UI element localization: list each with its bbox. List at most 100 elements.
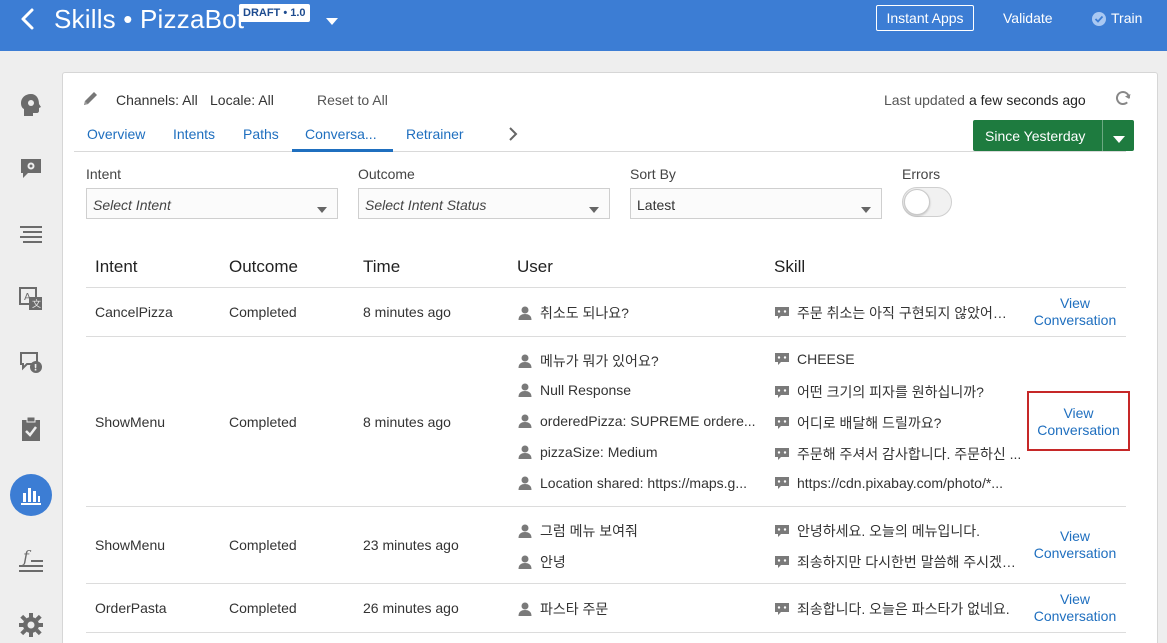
bot-message-icon — [774, 447, 790, 461]
chevron-right-icon[interactable] — [508, 126, 518, 147]
outcome-cell: Completed — [229, 304, 297, 320]
bot-message-icon — [774, 416, 790, 430]
bot-message-icon — [774, 602, 790, 616]
user-message-text: 취소도 되나요? — [540, 305, 629, 321]
user-icon — [517, 476, 533, 490]
skill-message-text: 주문 취소는 아직 구현되지 않았어요 ... — [797, 305, 1019, 321]
tasks-icon[interactable] — [10, 408, 52, 450]
outcome-cell: Completed — [229, 414, 297, 430]
user-message-text: orderedPizza: SUPREME ordere... — [540, 413, 756, 429]
caret-down-icon — [317, 201, 327, 217]
settings-icon[interactable] — [10, 604, 52, 643]
locale-value: All — [258, 92, 274, 108]
last-updated: Last updated a few seconds ago — [884, 92, 1086, 108]
intents-icon[interactable] — [10, 147, 52, 189]
instant-apps-button[interactable]: Instant Apps — [876, 5, 974, 31]
user-icon — [517, 524, 533, 538]
row-divider — [86, 506, 1126, 507]
user-message: 취소도 되나요? — [517, 303, 757, 323]
last-updated-value: a few seconds ago — [968, 92, 1086, 108]
skill-message: 죄송하지만 다시한번 말씀해 주시겠어... — [774, 552, 1022, 572]
conversation-label: Conversation — [1037, 422, 1120, 438]
view-conversation-link[interactable]: View Conversation — [1025, 528, 1125, 562]
tab-retrainer[interactable]: Retrainer — [406, 126, 464, 142]
entities-icon[interactable] — [10, 214, 52, 256]
refresh-icon[interactable] — [1114, 90, 1132, 113]
user-message-text: Location shared: https://maps.g... — [540, 475, 748, 491]
intent-select[interactable]: Select Intent — [86, 188, 338, 219]
bot-head-icon[interactable] — [10, 84, 52, 126]
outcome-select[interactable]: Select Intent Status — [358, 188, 610, 219]
skill-message: https://cdn.pixabay.com/photo/*... — [774, 475, 1022, 491]
back-chevron-icon[interactable] — [18, 7, 38, 31]
column-header-time: Time — [363, 257, 401, 276]
conversation-label: Conversation — [1033, 545, 1117, 561]
user-icon — [517, 602, 533, 616]
user-icon — [517, 445, 533, 459]
train-button[interactable]: Train — [1092, 10, 1142, 29]
reset-to-all-link[interactable]: Reset to All — [317, 92, 388, 108]
view-conversation-link[interactable]: View Conversation — [1027, 391, 1130, 451]
row-divider — [86, 632, 1126, 633]
user-message: 메뉴가 뭐가 있어요? — [517, 351, 762, 371]
bot-message-icon — [774, 524, 790, 538]
errors-toggle[interactable] — [902, 187, 952, 217]
view-label: View — [1059, 295, 1091, 311]
bot-message-icon — [774, 352, 790, 366]
insights-icon[interactable] — [10, 474, 52, 516]
skill-message-text: 안녕하세요. 오늘의 메뉴입니다. — [797, 523, 980, 539]
user-message: 안녕 — [517, 552, 762, 572]
tab-conversations[interactable]: Conversa... — [292, 126, 393, 152]
row-divider — [86, 336, 1126, 337]
time-cell: 23 minutes ago — [363, 537, 459, 553]
channels-filter: Channels: All — [116, 92, 198, 108]
bot-message-icon — [774, 306, 790, 320]
sort-by-select[interactable]: Latest — [630, 188, 882, 219]
intent-cell: CancelPizza — [95, 304, 173, 320]
train-label: Train — [1111, 10, 1143, 26]
view-conversation-link[interactable]: View Conversation — [1025, 295, 1125, 329]
channels-label: Channels: — [116, 92, 180, 108]
svg-text:!: ! — [34, 364, 38, 374]
locale-label: Locale: — [210, 92, 256, 108]
intent-select-value: Select Intent — [93, 197, 171, 213]
skill-message-text: 죄송하지만 다시한번 말씀해 주시겠어... — [797, 554, 1022, 570]
sort-by-value: Latest — [637, 197, 676, 213]
skill-message: CHEESE — [774, 351, 1022, 367]
intent-cell: ShowMenu — [95, 414, 166, 430]
intent-cell: ShowMenu — [95, 537, 166, 553]
user-message: pizzaSize: Medium — [517, 444, 762, 460]
left-nav-rail: A文 ! f — [0, 51, 62, 643]
page-title: Skills • PizzaBot — [54, 4, 245, 34]
tab-paths[interactable]: Paths — [243, 126, 279, 142]
last-updated-label: Last updated — [884, 92, 965, 108]
top-bar: Skills • PizzaBot DRAFT • 1.0 Instant Ap… — [0, 0, 1167, 51]
intent-cell: OrderPasta — [95, 600, 167, 616]
skill-message: 어디로 배달해 드릴까요? — [774, 413, 1022, 433]
intent-filter-label: Intent — [86, 166, 122, 182]
skill-message: 어떤 크기의 피자를 원하십니까? — [774, 382, 1022, 402]
tab-intents[interactable]: Intents — [173, 126, 215, 142]
conversation-label: Conversation — [1033, 608, 1117, 624]
user-message: 파스타 주문 — [517, 599, 762, 619]
check-circle-icon — [1092, 12, 1106, 29]
view-conversation-link[interactable]: View Conversation — [1025, 591, 1125, 625]
toggle-knob — [904, 189, 930, 215]
conversation-label: Conversation — [1033, 312, 1117, 328]
tab-overview[interactable]: Overview — [87, 126, 145, 142]
since-label: Since Yesterday — [985, 128, 1086, 144]
since-yesterday-dropdown[interactable]: Since Yesterday — [973, 120, 1134, 151]
qna-icon[interactable]: ! — [10, 341, 52, 383]
user-message-text: 메뉴가 뭐가 있어요? — [540, 353, 659, 369]
version-dropdown-icon[interactable] — [325, 13, 339, 31]
user-message: orderedPizza: SUPREME ordere... — [517, 413, 762, 429]
bot-message-icon — [774, 476, 790, 490]
validate-button[interactable]: Validate — [1003, 10, 1053, 26]
translate-icon[interactable]: A文 — [10, 278, 52, 320]
time-cell: 26 minutes ago — [363, 600, 459, 616]
user-icon — [517, 414, 533, 428]
version-badge: DRAFT • 1.0 — [239, 4, 310, 22]
edit-pencil-icon[interactable] — [82, 89, 100, 112]
divider — [1102, 120, 1103, 151]
functions-icon[interactable]: f — [10, 540, 52, 582]
